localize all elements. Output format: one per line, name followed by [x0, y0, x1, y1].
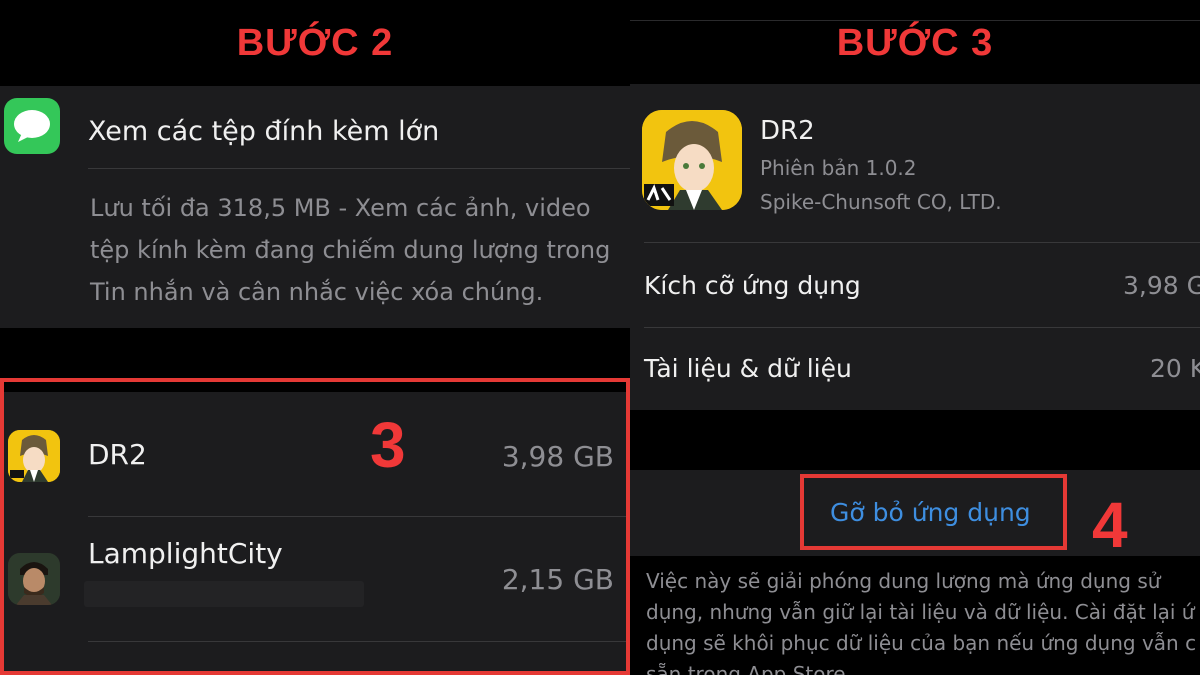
- step-2-panel: BƯỚC 2 Xem các tệp đính kèm lớn Lưu tối …: [0, 0, 630, 675]
- attachments-description-line: tệp kính kèm đang chiếm dung lượng trong: [90, 236, 611, 264]
- documents-data-label: Tài liệu & dữ liệu: [644, 354, 852, 383]
- explanation-line: dụng sẽ khôi phục dữ liệu của bạn nếu ứn…: [646, 631, 1197, 655]
- step-3-highlight-box: [0, 378, 630, 675]
- explanation-line: dụng, nhưng vẫn giữ lại tài liệu và dữ l…: [646, 600, 1195, 624]
- explanation-line: Việc này sẽ giải phóng dung lượng mà ứng…: [646, 569, 1161, 593]
- app-size-value: 3,98 G: [1123, 271, 1200, 300]
- step-3-title: BƯỚC 3: [836, 22, 994, 64]
- app-developer: Spike-Chunsoft CO, LTD.: [760, 190, 1002, 214]
- documents-data-value: 20 K: [1150, 354, 1200, 383]
- step-3-panel: BƯỚC 3 DR2 Phiên bản 1.0.2 Spike-Chunsof…: [630, 0, 1200, 675]
- large-attachments-cell[interactable]: Xem các tệp đính kèm lớn Lưu tối đa 318,…: [0, 86, 630, 328]
- app-version: Phiên bản 1.0.2: [760, 156, 917, 180]
- step-2-title: BƯỚC 2: [236, 22, 394, 64]
- app-size-label: Kích cỡ ứng dụng: [644, 271, 861, 300]
- offload-explanation: Việc này sẽ giải phóng dung lượng mà ứng…: [646, 566, 1200, 675]
- cell-separator: [88, 168, 630, 169]
- attachments-description-line: Lưu tối đa 318,5 MB - Xem các ảnh, video: [90, 194, 591, 222]
- app-info-card: DR2 Phiên bản 1.0.2 Spike-Chunsoft CO, L…: [630, 84, 1200, 410]
- messages-icon: [4, 98, 60, 154]
- documents-data-row: Tài liệu & dữ liệu 20 K: [630, 328, 1200, 410]
- dr2-app-icon: [642, 110, 742, 210]
- explanation-line: sẵn trong App Store: [646, 662, 846, 675]
- step-4-highlight-box: [800, 474, 1067, 550]
- top-separator: [630, 20, 1200, 21]
- attachments-description-line: Tin nhắn và cân nhắc việc xóa chúng.: [90, 278, 544, 306]
- step-marker-4: 4: [1092, 489, 1128, 561]
- large-attachments-title: Xem các tệp đính kèm lớn: [88, 116, 440, 147]
- step-marker-3: 3: [370, 409, 406, 481]
- app-title: DR2: [760, 116, 815, 146]
- app-size-row: Kích cỡ ứng dụng 3,98 G: [630, 243, 1200, 327]
